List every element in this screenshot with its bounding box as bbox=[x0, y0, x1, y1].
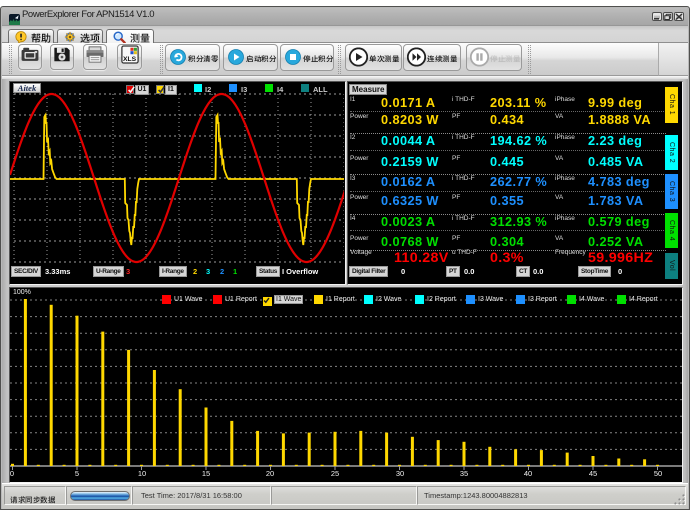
svg-text:XLS: XLS bbox=[122, 56, 136, 63]
